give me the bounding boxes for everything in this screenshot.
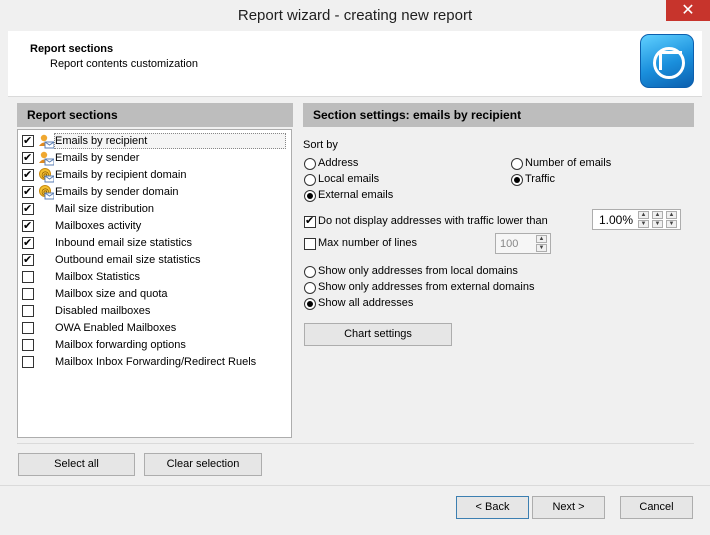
section-label: Mailbox Statistics	[55, 271, 140, 283]
person-envelope-icon	[38, 134, 55, 149]
wizard-header: Report sections Report contents customiz…	[8, 31, 702, 97]
traffic-threshold-spinner[interactable]: 1.00% ▲ ▼ ▲ ▼ ▲ ▼	[592, 209, 681, 230]
section-checkbox[interactable]	[22, 252, 34, 269]
section-label: Emails by sender	[55, 152, 140, 164]
window-title: Report wizard - creating new report	[237, 7, 473, 24]
max-lines-value: 100	[500, 238, 519, 250]
spin-up-icon[interactable]: ▲	[536, 235, 547, 243]
chart-settings-button[interactable]: Chart settings	[304, 323, 452, 346]
list-item[interactable]: Mailbox Inbox Forwarding/Redirect Ruels	[18, 354, 291, 371]
select-all-button[interactable]: Select all	[18, 453, 135, 476]
max-lines-checkbox[interactable]	[304, 238, 316, 250]
list-item[interactable]: Mailboxes activity	[18, 218, 291, 235]
section-checkbox[interactable]	[22, 271, 34, 283]
clear-selection-button[interactable]: Clear selection	[144, 453, 262, 476]
list-item[interactable]: Mailbox size and quota	[18, 286, 291, 303]
section-label: Mailbox Inbox Forwarding/Redirect Ruels	[55, 356, 257, 368]
max-lines-spinner[interactable]: 100 ▲ ▼	[495, 233, 551, 254]
spin-down-icon[interactable]: ▼	[652, 220, 663, 228]
spin-up-icon[interactable]: ▲	[666, 211, 677, 219]
cancel-button[interactable]: Cancel	[620, 496, 693, 519]
section-checkbox[interactable]	[22, 322, 34, 334]
section-checkbox[interactable]	[22, 356, 34, 368]
list-item[interactable]: Outbound email size statistics	[18, 252, 291, 269]
list-item[interactable]: @Emails by recipient domain	[18, 167, 291, 184]
section-checkbox[interactable]	[22, 339, 34, 351]
header-title: Report sections	[30, 43, 114, 55]
section-checkbox[interactable]	[22, 167, 34, 184]
right-panel-header: Section settings: emails by recipient	[303, 103, 694, 127]
divider	[0, 485, 710, 486]
section-label: Mail size distribution	[55, 203, 155, 215]
next-button[interactable]: Next >	[532, 496, 605, 519]
section-label: Emails by recipient domain	[55, 169, 187, 181]
divider	[17, 443, 694, 444]
section-label: Mailboxes activity	[55, 220, 142, 232]
local-domains-radio[interactable]	[304, 266, 316, 278]
at-envelope-icon: @	[38, 185, 55, 200]
person-envelope-icon	[38, 151, 55, 166]
at-envelope-icon: @	[38, 168, 55, 183]
hide-low-traffic-checkbox[interactable]	[304, 214, 316, 228]
list-item[interactable]: Disabled mailboxes	[18, 303, 291, 320]
section-label: Emails by recipient	[55, 135, 148, 147]
hide-low-traffic-label: Do not display addresses with traffic lo…	[318, 215, 548, 227]
local-emails-radio[interactable]	[304, 174, 316, 186]
spin-up-icon[interactable]: ▲	[652, 211, 663, 219]
external-domains-label: Show only addresses from external domain…	[318, 281, 535, 293]
section-label: Mailbox size and quota	[55, 288, 168, 300]
left-panel-header: Report sections	[17, 103, 293, 127]
wizard-logo-icon	[640, 34, 694, 88]
section-checkbox[interactable]	[22, 218, 34, 235]
list-item[interactable]: @Emails by sender domain	[18, 184, 291, 201]
section-checkbox[interactable]	[22, 201, 34, 218]
sort-address-label: Address	[318, 157, 359, 169]
local-emails-label: Local emails	[318, 173, 380, 185]
header-subtitle: Report contents customization	[50, 58, 198, 70]
traffic-radio[interactable]	[511, 174, 523, 186]
max-lines-label: Max number of lines	[318, 237, 418, 249]
local-domains-label: Show only addresses from local domains	[318, 265, 518, 277]
spin-down-icon[interactable]: ▼	[666, 220, 677, 228]
section-label: Emails by sender domain	[55, 186, 179, 198]
section-checkbox[interactable]	[22, 184, 34, 201]
section-label: Inbound email size statistics	[55, 237, 192, 249]
list-item[interactable]: Mailbox forwarding options	[18, 337, 291, 354]
section-label: Outbound email size statistics	[55, 254, 201, 266]
section-label: Disabled mailboxes	[55, 305, 151, 317]
section-label: OWA Enabled Mailboxes	[55, 322, 177, 334]
section-label: Mailbox forwarding options	[55, 339, 186, 351]
close-icon: ✕	[681, 2, 695, 19]
close-button[interactable]: ✕	[666, 0, 710, 21]
number-of-emails-label: Number of emails	[525, 157, 612, 169]
traffic-threshold-value: 1.00%	[599, 213, 634, 227]
list-item[interactable]: Emails by sender	[18, 150, 291, 167]
list-item[interactable]: Inbound email size statistics	[18, 235, 291, 252]
external-domains-radio[interactable]	[304, 282, 316, 294]
all-addresses-label: Show all addresses	[318, 297, 414, 309]
list-item[interactable]: Mail size distribution	[18, 201, 291, 218]
spin-down-icon[interactable]: ▼	[536, 244, 547, 252]
external-emails-label: External emails	[318, 189, 394, 201]
spin-down-icon[interactable]: ▼	[638, 220, 649, 228]
all-addresses-radio[interactable]	[304, 298, 316, 310]
section-checkbox[interactable]	[22, 305, 34, 317]
list-item[interactable]: OWA Enabled Mailboxes	[18, 320, 291, 337]
section-checkbox[interactable]	[22, 133, 34, 150]
number-of-emails-radio[interactable]	[511, 158, 523, 170]
traffic-label: Traffic	[525, 173, 555, 185]
sort-address-radio[interactable]	[304, 158, 316, 170]
list-item[interactable]: Emails by recipient	[18, 133, 291, 150]
list-item[interactable]: Mailbox Statistics	[18, 269, 291, 286]
section-checkbox[interactable]	[22, 150, 34, 167]
section-checkbox[interactable]	[22, 288, 34, 300]
sort-by-label: Sort by	[303, 139, 338, 151]
back-button[interactable]: < Back	[456, 496, 529, 519]
section-checkbox[interactable]	[22, 235, 34, 252]
spin-up-icon[interactable]: ▲	[638, 211, 649, 219]
report-sections-list[interactable]: Emails by recipientEmails by sender@Emai…	[17, 129, 292, 438]
external-emails-radio[interactable]	[304, 190, 316, 202]
